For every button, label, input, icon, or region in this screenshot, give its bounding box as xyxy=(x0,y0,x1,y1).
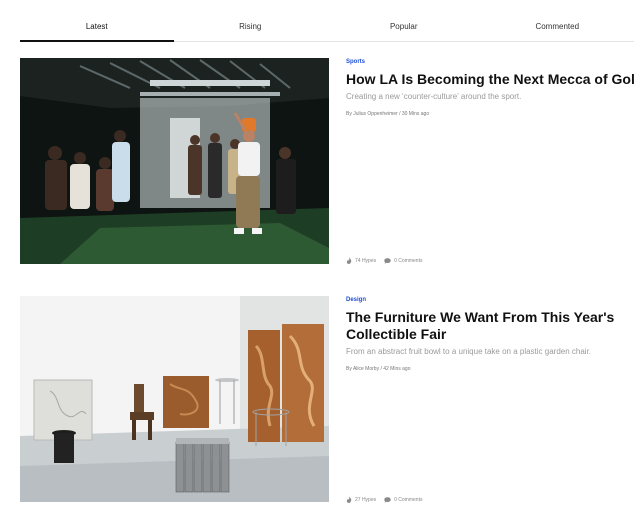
tab-commented[interactable]: Commented xyxy=(481,12,634,41)
article-body: Sports How LA Is Becoming the Next Mecca… xyxy=(346,58,634,268)
comment-count-label: 0 Comments xyxy=(394,496,423,503)
article-category[interactable]: Design xyxy=(346,297,634,303)
article-subtitle: From an abstract fruit bowl to a unique … xyxy=(346,347,592,356)
article-byline: By Julius Oppenheimer / 30 Mins ago xyxy=(346,111,430,117)
article-meta: 74 Hypes 0 Comments xyxy=(346,257,422,264)
article-title[interactable]: The Furniture We Want From This Year's C… xyxy=(346,309,634,343)
article-thumbnail[interactable] xyxy=(20,296,329,502)
article-card[interactable]: Sports How LA Is Becoming the Next Mecca… xyxy=(20,58,634,268)
article-byline: By Alice Morby / 42 Mins ago xyxy=(346,366,411,372)
article-card[interactable]: Design The Furniture We Want From This Y… xyxy=(20,296,634,507)
tab-latest[interactable]: Latest xyxy=(20,12,174,42)
hype-count-label: 27 Hypes xyxy=(355,496,377,503)
article-meta: 27 Hypes 0 Comments xyxy=(346,496,422,503)
comment-count[interactable]: 0 Comments xyxy=(384,497,422,503)
article-body: Design The Furniture We Want From This Y… xyxy=(346,296,634,507)
speech-bubble-icon xyxy=(384,257,391,264)
flame-icon xyxy=(346,496,352,503)
tab-popular[interactable]: Popular xyxy=(327,12,481,41)
comment-count[interactable]: 0 Comments xyxy=(384,258,422,264)
hype-count[interactable]: 74 Hypes xyxy=(346,257,376,264)
hype-count-label: 74 Hypes xyxy=(355,257,377,264)
article-subtitle: Creating a new ‘counter-culture’ around … xyxy=(346,92,522,101)
hype-count[interactable]: 27 Hypes xyxy=(346,496,376,503)
speech-bubble-icon xyxy=(384,496,391,503)
article-title[interactable]: How LA Is Becoming the Next Mecca of Gol… xyxy=(346,71,634,88)
tab-rising[interactable]: Rising xyxy=(174,12,328,41)
tab-bar: Latest Rising Popular Commented xyxy=(20,12,634,42)
flame-icon xyxy=(346,257,352,264)
article-thumbnail[interactable] xyxy=(20,58,329,264)
comment-count-label: 0 Comments xyxy=(394,257,423,264)
article-category[interactable]: Sports xyxy=(346,59,634,65)
